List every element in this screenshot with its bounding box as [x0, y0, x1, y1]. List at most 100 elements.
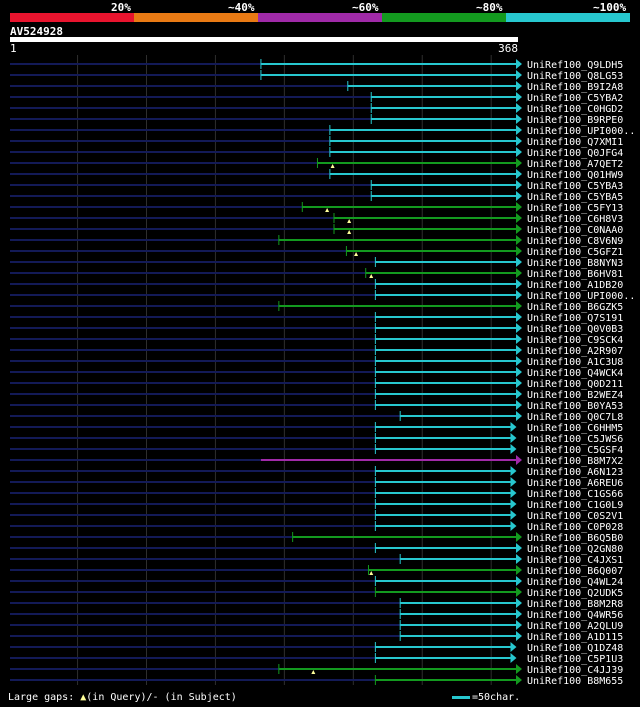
- scale-line-icon: [452, 695, 470, 699]
- hit-label: UniRef100_C1G0L9: [527, 500, 623, 511]
- alignment-end-arrow: [516, 114, 522, 124]
- hit-label: UniRef100_Q0D211: [527, 379, 623, 390]
- hit-label: UniRef100_C0NAA0: [527, 225, 623, 236]
- hit-label: UniRef100_B8M655: [527, 676, 623, 685]
- alignment-end-arrow: [516, 334, 522, 344]
- hit-label: UniRef100_B6Q5B0: [527, 533, 623, 544]
- hit-label: UniRef100_C0P028: [527, 522, 623, 533]
- alignment-end-arrow: [516, 378, 522, 388]
- alignment-end-arrow: [516, 543, 522, 553]
- legend-label: 20%: [111, 1, 131, 14]
- legend-segment: [506, 13, 630, 22]
- alignment-end-arrow: [516, 290, 522, 300]
- alignment-end-arrow: [510, 422, 517, 432]
- hit-label: UniRef100_Q1DZ48: [527, 643, 623, 654]
- alignment-end-arrow: [510, 499, 517, 509]
- alignment-end-arrow: [516, 279, 522, 289]
- hit-label: UniRef100_B9RPE0: [527, 115, 623, 126]
- hit-label: UniRef100_A7QET2: [527, 159, 623, 170]
- alignment-end-arrow: [516, 70, 522, 80]
- gap-legend-text: (in Query)/- (in Subject): [86, 692, 237, 703]
- alignment-end-arrow: [516, 246, 522, 256]
- scale-legend-text: =50char.: [472, 692, 521, 703]
- hit-label: UniRef100_C6HHM5: [527, 423, 623, 434]
- hit-label: UniRef100_C4JJ39: [527, 665, 623, 676]
- hit-label: UniRef100_C6H8V3: [527, 214, 623, 225]
- hit-label: UniRef100_C0HGD2: [527, 104, 623, 115]
- hit-label: UniRef100_UPI000..: [527, 291, 635, 302]
- hit-label: UniRef100_A2R907: [527, 346, 623, 357]
- alignment-end-arrow: [516, 609, 522, 619]
- hit-label: UniRef100_C0S2V1: [527, 511, 623, 522]
- hit-label: UniRef100_B6GZK5: [527, 302, 623, 313]
- hit-label: UniRef100_C1GS66: [527, 489, 623, 500]
- hit-label: UniRef100_B2WEZ4: [527, 390, 623, 401]
- alignment-end-arrow: [510, 477, 517, 487]
- alignment-end-arrow: [516, 576, 522, 586]
- alignment-end-arrow: [516, 59, 522, 69]
- hit-label: UniRef100_C5YBA2: [527, 93, 623, 104]
- alignment-end-arrow: [516, 103, 522, 113]
- hit-label: UniRef100_C9SCK4: [527, 335, 623, 346]
- ruler-end-label: 368: [498, 42, 518, 55]
- hit-label: UniRef100_C5JWS6: [527, 434, 623, 445]
- alignment-end-arrow: [516, 92, 522, 102]
- alignment-end-arrow: [516, 169, 522, 179]
- legend-label: ~100%: [593, 1, 627, 14]
- query-gap-marker: [325, 208, 330, 212]
- hit-label: UniRef100_C5GSF4: [527, 445, 623, 456]
- legend-label: ~40%: [228, 1, 255, 14]
- query-gap-marker: [330, 164, 335, 168]
- query-gap-marker: [354, 252, 359, 256]
- alignment-end-arrow: [516, 345, 522, 355]
- hit-label: UniRef100_A6N123: [527, 467, 623, 478]
- alignment-end-arrow: [516, 301, 522, 311]
- alignment-end-arrow: [516, 411, 522, 421]
- alignment-end-arrow: [516, 268, 522, 278]
- gap-legend-prefix: Large gaps:: [8, 692, 81, 703]
- hit-label: UniRef100_B8M2R8: [527, 599, 623, 610]
- alignment-end-arrow: [516, 125, 522, 135]
- hit-label: UniRef100_Q9LDH5: [527, 60, 623, 71]
- hit-label: UniRef100_Q0C7L8: [527, 412, 623, 423]
- hit-label: UniRef100_B6Q007: [527, 566, 623, 577]
- alignment-end-arrow: [510, 466, 517, 476]
- hit-label: UniRef100_A6REU6: [527, 478, 623, 489]
- query-gap-marker: [347, 230, 352, 234]
- hit-label: UniRef100_Q01HW9: [527, 170, 623, 181]
- hit-label: UniRef100_B8NYN3: [527, 258, 623, 269]
- alignment-end-arrow: [516, 136, 522, 146]
- alignment-end-arrow: [516, 400, 522, 410]
- hit-label: UniRef100_Q7XMI1: [527, 137, 623, 148]
- alignment-end-arrow: [516, 224, 522, 234]
- hit-label: UniRef100_A1C3U8: [527, 357, 623, 368]
- alignment-end-arrow: [516, 180, 522, 190]
- alignment-end-arrow: [516, 389, 522, 399]
- legend-segment: [258, 13, 382, 22]
- alignment-end-arrow: [516, 356, 522, 366]
- query-ruler: 1 368: [10, 42, 518, 55]
- alignment-end-arrow: [516, 620, 522, 630]
- hit-label: UniRef100_Q4WCK4: [527, 368, 623, 379]
- query-gap-marker: [347, 219, 352, 223]
- hit-label: UniRef100_A1D115: [527, 632, 623, 643]
- hit-label: UniRef100_Q2UDK5: [527, 588, 623, 599]
- alignment-end-arrow: [510, 488, 517, 498]
- alignment-end-arrow: [516, 675, 522, 685]
- hit-label: UniRef100_C5YBA5: [527, 192, 623, 203]
- alignment-end-arrow: [510, 521, 517, 531]
- alignment-end-arrow: [516, 664, 522, 674]
- legend-segment: [134, 13, 258, 22]
- alignment-end-arrow: [516, 235, 522, 245]
- alignment-end-arrow: [516, 81, 522, 91]
- identity-legend: 20% ~40% ~60% ~80% ~100%: [10, 0, 630, 22]
- alignment-end-arrow: [510, 433, 517, 443]
- scale-legend: =50char.: [452, 692, 520, 703]
- query-gap-marker: [369, 274, 374, 278]
- hit-label: UniRef100_C5P1U3: [527, 654, 623, 665]
- alignment-end-arrow: [516, 598, 522, 608]
- hit-label: UniRef100_C4JXS1: [527, 555, 623, 566]
- hit-label: UniRef100_UPI000..: [527, 126, 635, 137]
- hit-label: UniRef100_Q0JFG4: [527, 148, 623, 159]
- hit-label: UniRef100_B9I2A8: [527, 82, 623, 93]
